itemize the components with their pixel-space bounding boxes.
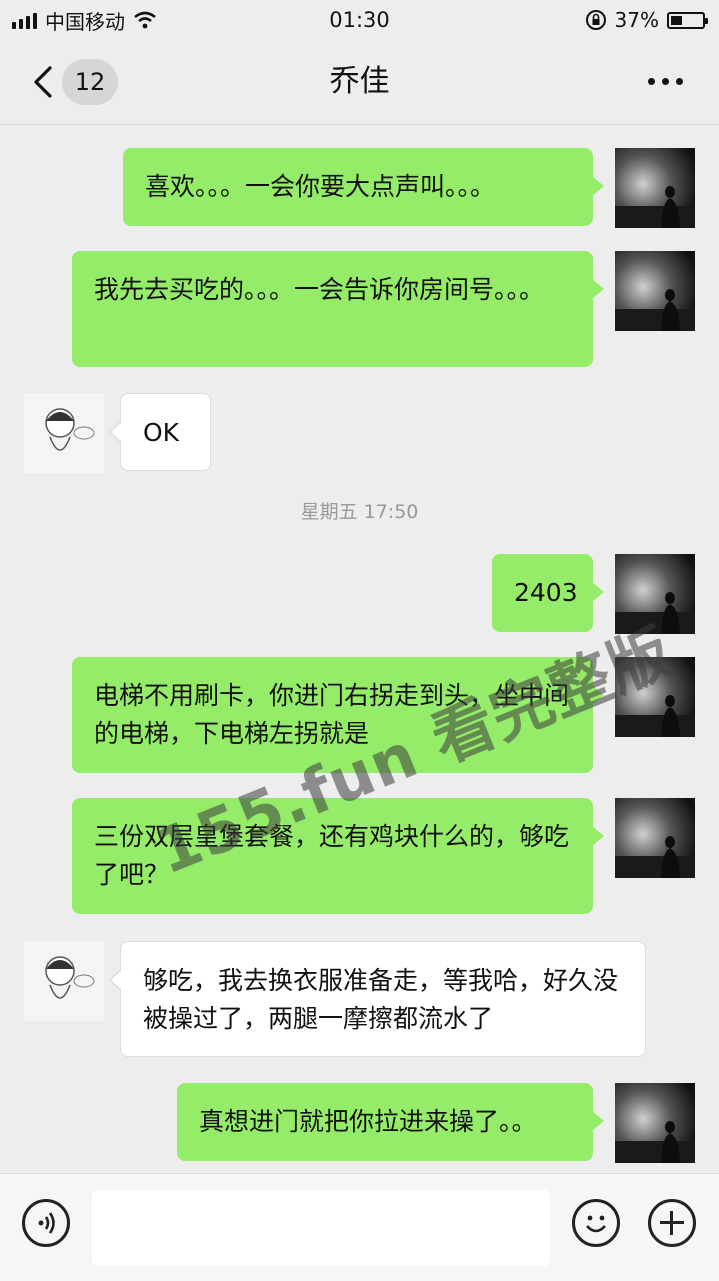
input-bar	[0, 1173, 719, 1281]
message-text: 电梯不用刷卡，你进门右拐走到头，坐中间的电梯，下电梯左拐就是	[94, 681, 570, 748]
message-text: 2403	[514, 578, 578, 607]
message-text: 我先去买吃的。。。一会告诉你房间号。。。	[94, 275, 545, 304]
my-message-bubble[interactable]: 喜欢。。。一会你要大点声叫。。。	[123, 148, 604, 226]
status-bar: 中国移动 01:30 37%	[0, 0, 719, 40]
battery-percent: 37%	[614, 8, 659, 32]
contact-avatar[interactable]	[24, 393, 104, 473]
contact-avatar[interactable]	[24, 941, 104, 1021]
my-avatar[interactable]	[615, 1083, 695, 1163]
unread-count-badge[interactable]: 12	[62, 59, 118, 105]
voice-icon[interactable]	[22, 1199, 70, 1247]
rotation-lock-icon	[585, 10, 606, 30]
message-text: 真想进门就把你拉进来操了。。	[199, 1107, 537, 1136]
contact-message-bubble[interactable]: 够吃，我去换衣服准备走，等我哈，好久没被操过了，两腿一摩擦都流水了	[109, 941, 646, 1057]
message-text: 喜欢。。。一会你要大点声叫。。。	[145, 172, 496, 201]
my-message-bubble[interactable]: 三份双层皇堡套餐，还有鸡块什么的，够吃了吧？	[72, 798, 604, 914]
message-timestamp: 星期五 17:50	[300, 501, 419, 523]
my-avatar[interactable]	[615, 657, 695, 737]
more-dots-icon[interactable]	[648, 78, 683, 85]
message-text: 三份双层皇堡套餐，还有鸡块什么的，够吃了吧？	[94, 822, 570, 889]
my-avatar[interactable]	[615, 148, 695, 228]
plus-icon[interactable]	[648, 1199, 696, 1247]
emoji-icon[interactable]	[572, 1199, 620, 1247]
my-message-bubble[interactable]: 我先去买吃的。。。一会告诉你房间号。。。	[72, 251, 604, 367]
message-text: 够吃，我去换衣服准备走，等我哈，好久没被操过了，两腿一摩擦都流水了	[143, 966, 619, 1033]
message-text: OK	[143, 418, 180, 447]
my-avatar[interactable]	[615, 798, 695, 878]
my-message-bubble[interactable]: 2403	[492, 554, 604, 632]
chat-header: 乔佳 12	[0, 40, 719, 125]
battery-icon	[667, 11, 708, 29]
my-message-bubble[interactable]: 真想进门就把你拉进来操了。。	[177, 1083, 604, 1161]
message-input[interactable]	[92, 1190, 550, 1266]
my-message-bubble[interactable]: 电梯不用刷卡，你进门右拐走到头，坐中间的电梯，下电梯左拐就是	[72, 657, 604, 773]
message-list[interactable]: 喜欢。。。一会你要大点声叫。。。 我先去买吃的。。。一会告诉你房间号。。。 OK…	[0, 125, 719, 1173]
my-avatar[interactable]	[615, 554, 695, 634]
chevron-left-icon[interactable]	[30, 66, 58, 98]
contact-message-bubble[interactable]: OK	[109, 393, 211, 471]
my-avatar[interactable]	[615, 251, 695, 331]
